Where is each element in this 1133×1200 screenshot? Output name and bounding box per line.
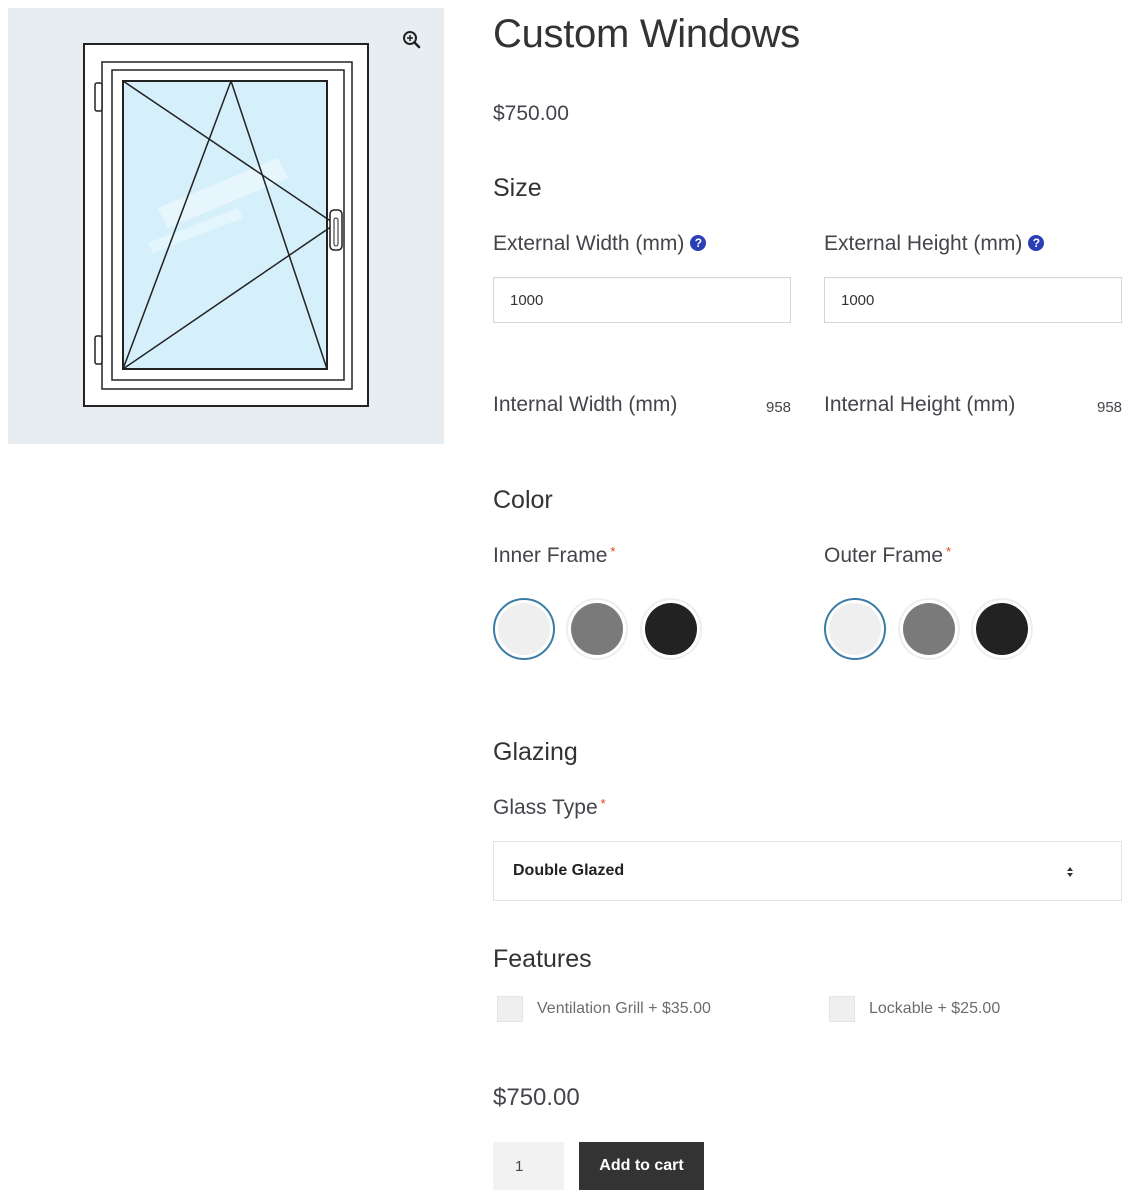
window-illustration [78, 38, 388, 433]
glazing-heading: Glazing [493, 738, 578, 766]
product-image[interactable] [8, 8, 444, 444]
swatch-color [571, 603, 623, 655]
outer-frame-swatch-grey[interactable] [898, 598, 960, 660]
internal-width-value: 958 [766, 399, 792, 416]
ventilation-grill-label[interactable]: Ventilation Grill + $35.00 [537, 1000, 711, 1018]
required-mark: * [610, 544, 616, 559]
inner-frame-swatch-white[interactable] [493, 598, 555, 660]
select-arrows-icon [1067, 867, 1073, 877]
external-height-label: External Height (mm)? [824, 232, 1045, 256]
internal-height-value: 958 [1097, 399, 1123, 416]
outer-frame-swatch-white[interactable] [824, 598, 886, 660]
inner-frame-label-text: Inner Frame [493, 544, 608, 567]
internal-width-label: Internal Width (mm) [493, 393, 678, 416]
total-price: $750.00 [493, 1084, 580, 1111]
quantity-input[interactable] [493, 1142, 564, 1190]
required-mark: * [600, 796, 606, 811]
outer-frame-swatch-black[interactable] [971, 598, 1033, 660]
swatch-color [829, 603, 881, 655]
zoom-in-icon[interactable] [398, 26, 426, 54]
size-heading: Size [493, 174, 542, 202]
swatch-color [976, 603, 1028, 655]
glass-type-select[interactable]: Double Glazed [493, 841, 1122, 901]
external-width-label: External Width (mm)? [493, 232, 707, 256]
external-height-label-text: External Height (mm) [824, 232, 1023, 255]
inner-frame-swatch-grey[interactable] [566, 598, 628, 660]
product-price: $750.00 [493, 102, 569, 125]
internal-height-label: Internal Height (mm) [824, 393, 1016, 416]
inner-frame-swatch-black[interactable] [640, 598, 702, 660]
glass-type-selected-value: Double Glazed [513, 862, 625, 879]
glass-type-label-text: Glass Type [493, 796, 598, 819]
swatch-color [903, 603, 955, 655]
product-title: Custom Windows [493, 12, 800, 56]
question-circle-icon[interactable]: ? [690, 235, 707, 251]
lockable-checkbox[interactable] [829, 996, 855, 1022]
outer-frame-label: Outer Frame * [824, 544, 951, 568]
external-width-label-text: External Width (mm) [493, 232, 685, 255]
external-width-input[interactable] [493, 277, 791, 323]
swatch-color [498, 603, 550, 655]
required-mark: * [946, 544, 952, 559]
outer-frame-label-text: Outer Frame [824, 544, 944, 567]
features-heading: Features [493, 945, 592, 973]
ventilation-grill-checkbox[interactable] [497, 996, 523, 1022]
question-circle-icon[interactable]: ? [1028, 235, 1045, 251]
inner-frame-label: Inner Frame * [493, 544, 615, 568]
lockable-label[interactable]: Lockable + $25.00 [869, 1000, 1000, 1018]
glass-type-label: Glass Type * [493, 796, 606, 820]
color-heading: Color [493, 486, 553, 514]
add-to-cart-button[interactable]: Add to cart [579, 1142, 704, 1190]
swatch-color [645, 603, 697, 655]
external-height-input[interactable] [824, 277, 1122, 323]
